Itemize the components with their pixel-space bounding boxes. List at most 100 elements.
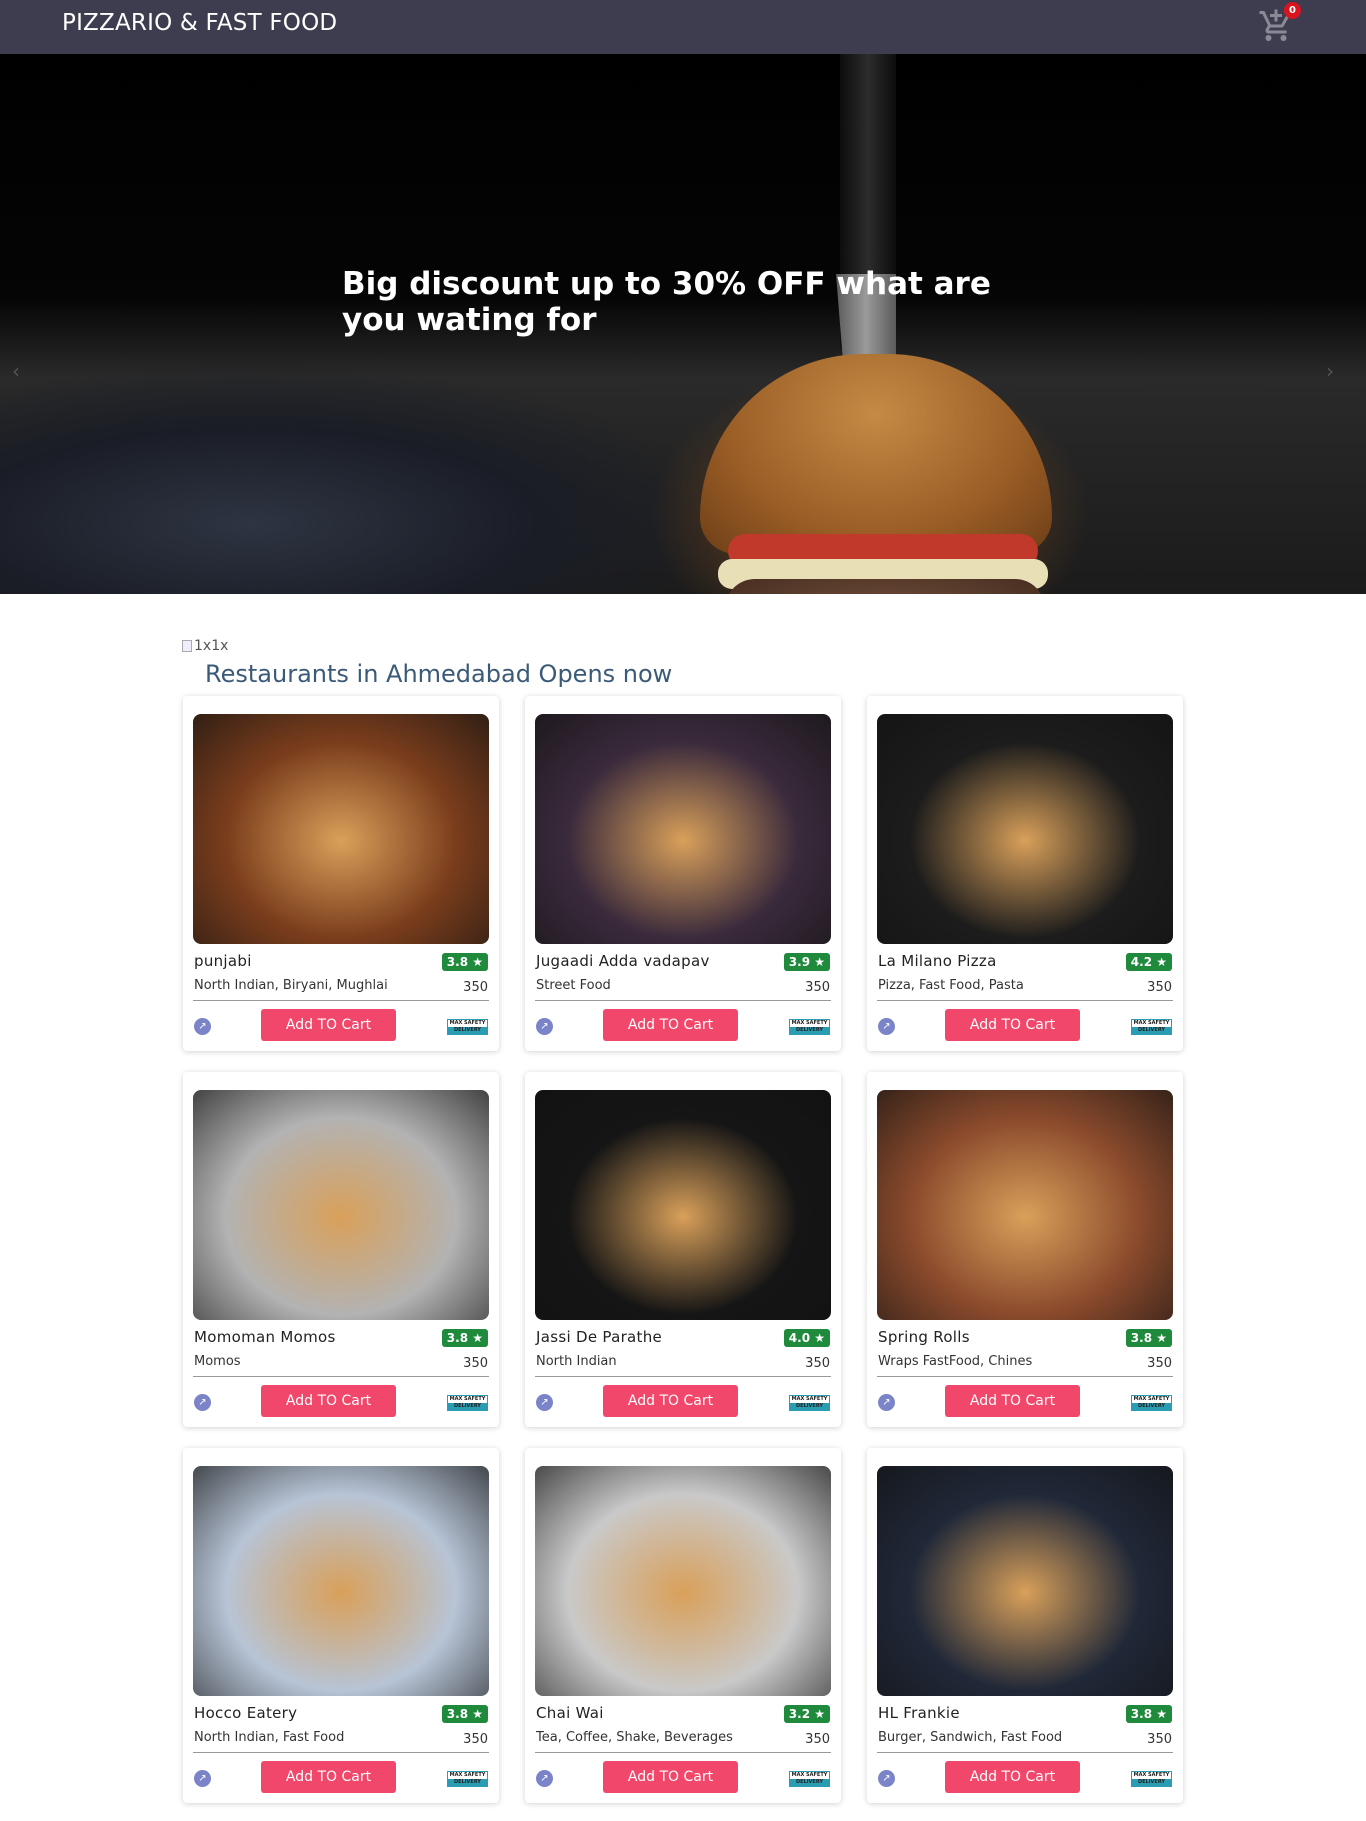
restaurant-card[interactable]: Spring Rolls 3.8 ★ Wraps FastFood, Chine… xyxy=(867,1072,1183,1427)
add-to-cart-button[interactable]: Add TO Cart xyxy=(945,1009,1080,1041)
max-safety-delivery-badge: MAX SAFETY DELIVERY xyxy=(1131,1395,1172,1411)
chevron-left-icon[interactable]: ‹ xyxy=(12,359,20,383)
restaurant-photo[interactable] xyxy=(535,1090,831,1320)
add-to-cart-button[interactable]: Add TO Cart xyxy=(261,1385,396,1417)
restaurant-price: 350 xyxy=(463,1732,488,1747)
cart-count-badge: 0 xyxy=(1284,2,1301,19)
restaurant-price: 350 xyxy=(805,1732,830,1747)
restaurant-name[interactable]: Spring Rolls xyxy=(878,1328,970,1346)
max-safety-delivery-badge: MAX SAFETY DELIVERY xyxy=(447,1019,488,1035)
rating-badge: 3.8 ★ xyxy=(1125,1705,1172,1723)
restaurant-card[interactable]: punjabi 3.8 ★ North Indian, Biryani, Mug… xyxy=(183,696,499,1051)
restaurant-cuisine: Tea, Coffee, Shake, Beverages xyxy=(536,1730,733,1745)
restaurant-photo[interactable] xyxy=(535,714,831,944)
rating-badge: 4.2 ★ xyxy=(1125,953,1172,971)
card-divider xyxy=(535,1000,831,1001)
hero-carousel: Big discount up to 30% OFF what are you … xyxy=(0,54,1366,594)
card-divider xyxy=(877,1000,1173,1001)
hero-burger-patty xyxy=(725,579,1045,594)
restaurant-cuisine: Burger, Sandwich, Fast Food xyxy=(878,1730,1063,1745)
restaurant-cuisine: Pizza, Fast Food, Pasta xyxy=(878,978,1024,993)
add-to-cart-button[interactable]: Add TO Cart xyxy=(261,1761,396,1793)
restaurant-card[interactable]: HL Frankie 3.8 ★ Burger, Sandwich, Fast … xyxy=(867,1448,1183,1803)
trending-icon: ↗ xyxy=(194,1394,211,1411)
restaurant-name[interactable]: Momoman Momos xyxy=(194,1328,336,1346)
add-to-cart-button[interactable]: Add TO Cart xyxy=(261,1009,396,1041)
card-divider xyxy=(877,1376,1173,1377)
card-divider xyxy=(193,1376,489,1377)
rating-badge: 4.0 ★ xyxy=(783,1329,830,1347)
restaurant-cuisine: Wraps FastFood, Chines xyxy=(878,1354,1033,1369)
broken-image-icon xyxy=(182,640,192,652)
chevron-right-icon[interactable]: › xyxy=(1326,359,1334,383)
restaurant-card[interactable]: Momoman Momos 3.8 ★ Momos 350 ↗ Add TO C… xyxy=(183,1072,499,1427)
max-safety-delivery-badge: MAX SAFETY DELIVERY xyxy=(447,1771,488,1787)
add-to-cart-button[interactable]: Add TO Cart xyxy=(945,1761,1080,1793)
rating-badge: 3.2 ★ xyxy=(783,1705,830,1723)
rating-badge: 3.8 ★ xyxy=(1125,1329,1172,1347)
restaurant-card[interactable]: Jugaadi Adda vadapav 3.9 ★ Street Food 3… xyxy=(525,696,841,1051)
broken-image-alt: 1x1x xyxy=(194,638,229,654)
restaurant-price: 350 xyxy=(1147,1732,1172,1747)
restaurant-name[interactable]: Hocco Eatery xyxy=(194,1704,297,1722)
add-to-cart-button[interactable]: Add TO Cart xyxy=(603,1761,738,1793)
restaurant-name[interactable]: HL Frankie xyxy=(878,1704,960,1722)
restaurant-price: 350 xyxy=(463,1356,488,1371)
card-divider xyxy=(877,1752,1173,1753)
restaurant-cuisine: Street Food xyxy=(536,978,611,993)
rating-badge: 3.9 ★ xyxy=(783,953,830,971)
restaurant-price: 350 xyxy=(805,980,830,995)
restaurant-card[interactable]: Chai Wai 3.2 ★ Tea, Coffee, Shake, Bever… xyxy=(525,1448,841,1803)
restaurant-price: 350 xyxy=(1147,980,1172,995)
restaurant-photo[interactable] xyxy=(877,714,1173,944)
cart-button[interactable]: 0 xyxy=(1258,2,1301,44)
add-to-cart-button[interactable]: Add TO Cart xyxy=(945,1385,1080,1417)
restaurant-photo[interactable] xyxy=(877,1466,1173,1696)
restaurant-price: 350 xyxy=(1147,1356,1172,1371)
trending-icon: ↗ xyxy=(878,1018,895,1035)
rating-badge: 3.8 ★ xyxy=(441,1329,488,1347)
restaurant-card[interactable]: La Milano Pizza 4.2 ★ Pizza, Fast Food, … xyxy=(867,696,1183,1051)
restaurant-name[interactable]: Chai Wai xyxy=(536,1704,604,1722)
max-safety-delivery-badge: MAX SAFETY DELIVERY xyxy=(789,1395,830,1411)
trending-icon: ↗ xyxy=(878,1770,895,1787)
restaurant-price: 350 xyxy=(805,1356,830,1371)
trending-icon: ↗ xyxy=(194,1770,211,1787)
max-safety-delivery-badge: MAX SAFETY DELIVERY xyxy=(789,1771,830,1787)
restaurant-photo[interactable] xyxy=(877,1090,1173,1320)
add-to-cart-button[interactable]: Add TO Cart xyxy=(603,1009,738,1041)
restaurant-cuisine: North Indian, Fast Food xyxy=(194,1730,345,1745)
restaurant-name[interactable]: Jugaadi Adda vadapav xyxy=(536,952,710,970)
top-navbar: PIZZARIO & FAST FOOD 0 xyxy=(0,0,1366,54)
trending-icon: ↗ xyxy=(536,1018,553,1035)
restaurant-card[interactable]: Hocco Eatery 3.8 ★ North Indian, Fast Fo… xyxy=(183,1448,499,1803)
restaurant-name[interactable]: punjabi xyxy=(194,952,252,970)
trending-icon: ↗ xyxy=(878,1394,895,1411)
restaurant-name[interactable]: Jassi De Parathe xyxy=(536,1328,662,1346)
max-safety-delivery-badge: MAX SAFETY DELIVERY xyxy=(1131,1771,1172,1787)
max-safety-delivery-badge: MAX SAFETY DELIVERY xyxy=(1131,1019,1172,1035)
rating-badge: 3.8 ★ xyxy=(441,1705,488,1723)
trending-icon: ↗ xyxy=(536,1770,553,1787)
broken-image: 1x1x xyxy=(182,638,228,654)
restaurant-photo[interactable] xyxy=(193,1466,489,1696)
hero-headline: Big discount up to 30% OFF what are you … xyxy=(342,266,991,338)
restaurant-photo[interactable] xyxy=(535,1466,831,1696)
restaurant-name[interactable]: La Milano Pizza xyxy=(878,952,997,970)
card-divider xyxy=(193,1752,489,1753)
rating-badge: 3.8 ★ xyxy=(441,953,488,971)
restaurant-cuisine: North Indian, Biryani, Mughlai xyxy=(194,978,388,993)
restaurant-price: 350 xyxy=(463,980,488,995)
max-safety-delivery-badge: MAX SAFETY DELIVERY xyxy=(789,1019,830,1035)
card-divider xyxy=(193,1000,489,1001)
brand-logo-text[interactable]: PIZZARIO & FAST FOOD xyxy=(62,10,337,36)
restaurant-photo[interactable] xyxy=(193,714,489,944)
add-to-cart-button[interactable]: Add TO Cart xyxy=(603,1385,738,1417)
card-divider xyxy=(535,1752,831,1753)
hero-burger-bun xyxy=(700,354,1052,554)
restaurant-cuisine: Momos xyxy=(194,1354,241,1369)
trending-icon: ↗ xyxy=(536,1394,553,1411)
restaurant-photo[interactable] xyxy=(193,1090,489,1320)
section-title: Restaurants in Ahmedabad Opens now xyxy=(205,660,673,688)
restaurant-card[interactable]: Jassi De Parathe 4.0 ★ North Indian 350 … xyxy=(525,1072,841,1427)
